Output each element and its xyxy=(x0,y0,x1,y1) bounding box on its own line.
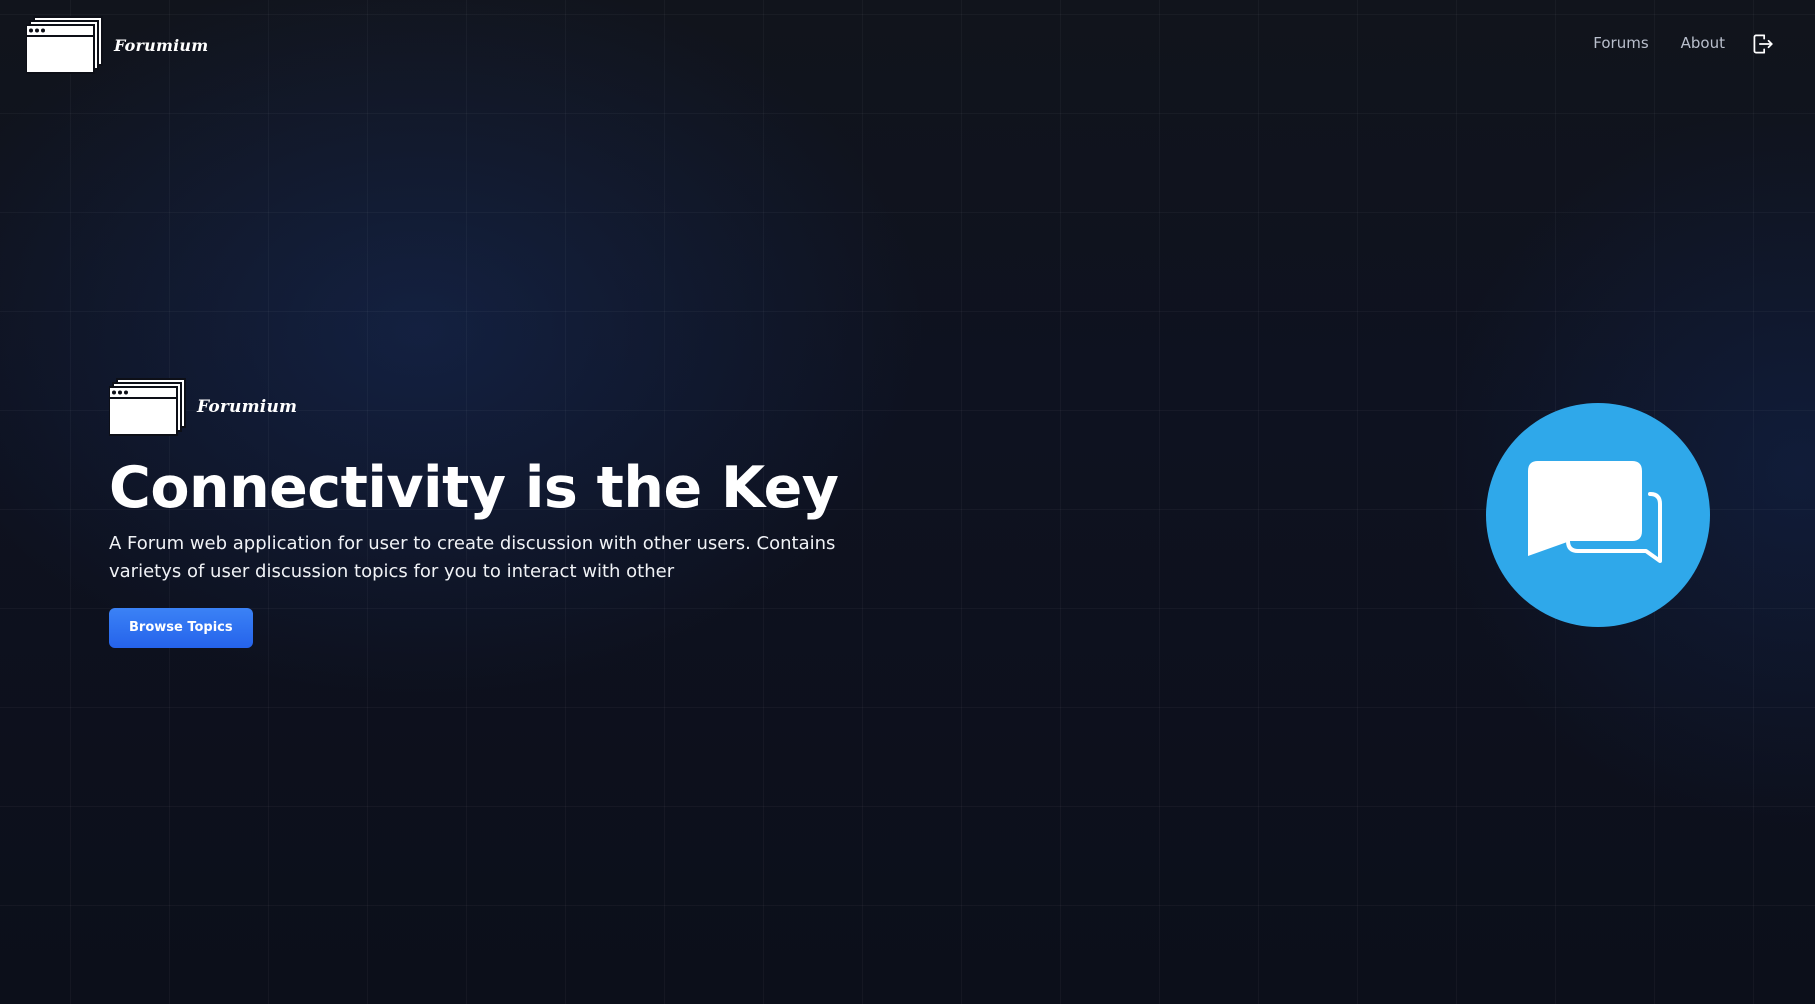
hero-title: Connectivity is the Key xyxy=(109,455,839,521)
browse-topics-button[interactable]: Browse Topics xyxy=(109,608,253,648)
logout-icon[interactable] xyxy=(1749,31,1775,57)
hero-brand-name: Forumium xyxy=(197,397,298,417)
nav-link-about[interactable]: About xyxy=(1681,34,1725,52)
brand-logo-link[interactable]: Forumium xyxy=(26,16,208,74)
chat-bubbles-icon xyxy=(1528,461,1662,563)
hero-section: Forumium Connectivity is the Key A Forum… xyxy=(109,378,1009,648)
main-nav: Forums About xyxy=(1593,34,1725,52)
hero-brand-logo: Forumium xyxy=(109,378,1009,436)
top-navbar: Forumium Forums About xyxy=(0,0,1815,88)
nav-link-forums[interactable]: Forums xyxy=(1593,34,1648,52)
brand-name: Forumium xyxy=(114,35,209,55)
browser-windows-icon xyxy=(109,378,186,436)
browser-windows-icon xyxy=(26,16,103,74)
chat-illustration xyxy=(1486,403,1710,627)
hero-description: A Forum web application for user to crea… xyxy=(109,533,836,582)
